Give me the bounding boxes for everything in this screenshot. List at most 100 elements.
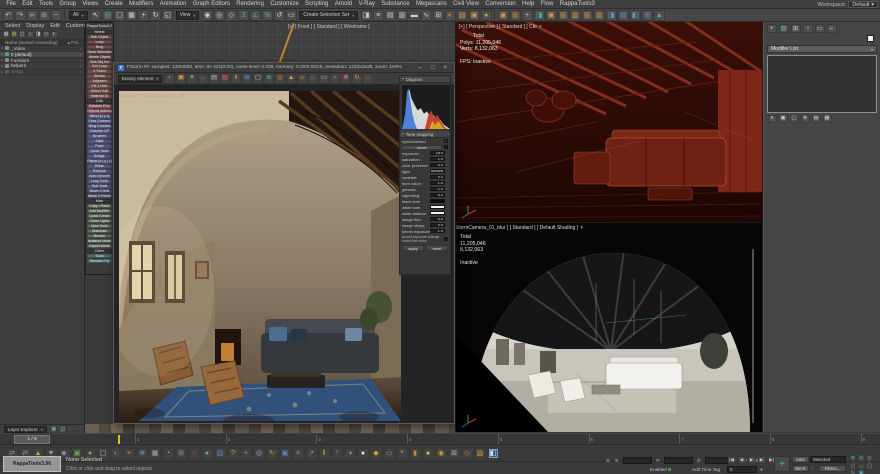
navigation-button[interactable]: ⊕ [850,455,857,462]
toolbar-icon[interactable]: ↖ [90,10,101,21]
y-coord-field[interactable] [664,457,693,464]
vfb-tool-icon[interactable]: ◌ [308,74,318,84]
playback-button[interactable]: ▶ [748,456,756,464]
toolbar-icon[interactable]: ≡ [373,10,384,21]
set-keys-button[interactable]: + [774,456,790,472]
menu-item[interactable]: Tools [36,1,56,7]
vfb-tool-icon[interactable]: ▦ [220,74,230,84]
rappatools-button[interactable]: Adjacent [87,79,112,83]
display-filter-icon[interactable]: ▢ [19,31,26,38]
custom-tool-icon[interactable]: ↻ [267,448,278,459]
menu-item[interactable]: Customize [267,1,302,7]
rappatools-button[interactable]: View Tools [87,224,112,228]
custom-tool-icon[interactable]: ▣ [280,448,291,459]
vfb-tool-icon[interactable]: ← [198,74,208,84]
stack-button-icon[interactable]: ▢ [790,115,799,123]
parameter-value-field[interactable]: 1.0 [430,181,445,186]
toolbar-icon[interactable]: ▥ [582,10,593,21]
custom-tool-icon[interactable]: * [397,448,408,459]
rappatools-button[interactable]: Dot Loop [87,64,112,68]
rappatools-button[interactable]: Export Mode [87,244,112,248]
toolbar-icon[interactable]: + [138,10,149,21]
menu-item[interactable]: Create [102,1,126,7]
toolbar-icon[interactable]: ● [481,10,492,21]
name-column-header[interactable]: Name (Sorted Ascending) [0,40,68,45]
toolbar-icon[interactable]: ◧ [630,10,641,21]
navigation-button[interactable]: ◯ [866,463,873,470]
parameter-value-field[interactable] [430,199,445,204]
command-panel-tab-icon[interactable]: ◔ [803,24,813,33]
menu-item[interactable]: Animation [157,1,190,7]
toolbar-icon[interactable]: ↻ [150,10,161,21]
toolbar-icon[interactable]: ▥ [570,10,581,21]
rappatools-button[interactable]: Loop [87,40,112,44]
custom-tool-icon[interactable]: ▭ [384,448,395,459]
toolbar-icon[interactable]: ▤ [618,10,629,21]
spinner-control[interactable] [446,193,449,198]
explorer-footer-icon[interactable]: ▢ [59,426,66,433]
filter-icon[interactable]: ▼ [538,24,542,29]
menu-item[interactable]: Edit [19,1,36,7]
curve-checkbox[interactable] [444,145,449,150]
diagram-rollout-header[interactable]: ▾ Diagram [400,76,450,83]
toolbar-icon[interactable]: ▤ [102,10,113,21]
menu-item[interactable]: Flow [538,1,557,7]
current-frame-marker[interactable] [118,435,120,444]
vfb-tool-icon[interactable]: ◎ [275,74,285,84]
display-filter-icon[interactable]: ◨ [35,31,42,38]
vfb-tool-icon[interactable]: ‖ [231,74,241,84]
custom-tool-icon[interactable]: ▦ [150,448,161,459]
rappatools-button[interactable]: Similar [87,74,112,78]
toolbar-icon[interactable]: ↺ [274,10,285,21]
toolbar-icon[interactable]: ∞ [27,10,38,21]
frozen-toggle-icon[interactable]: • [77,46,84,51]
custom-tool-icon[interactable]: * [332,448,343,459]
custom-tool-icon[interactable]: ○ [189,448,200,459]
toolbar-icon[interactable]: ▲ [654,10,665,21]
rappatools-button[interactable]: Add Modifier [87,209,112,213]
note-checkbox[interactable] [444,237,449,242]
rappatools-button[interactable]: Material ID [87,94,112,98]
navigation-button[interactable]: ⊞ [858,455,865,462]
custom-tool-icon[interactable]: × [293,448,304,459]
custom-tool-icon[interactable]: ? [228,448,239,459]
key-brush-icon[interactable]: \ [812,466,813,471]
menu-item[interactable]: Help [519,1,538,7]
spinner-control[interactable] [446,229,449,234]
rappatools-launcher-button[interactable]: RappaTools3.96 [3,456,61,472]
viewport-camera-label[interactable]: [+] [ FStormCamera_01_blur ] [ Standard … [456,225,584,231]
maximize-button[interactable]: □ [428,65,438,71]
parameter-value-field[interactable]: 0.5 [430,223,445,228]
rappatools-button[interactable]: Misc [87,199,112,203]
toolbar-icon[interactable]: ⊘ [39,10,50,21]
frozen-toggle-icon[interactable]: • [77,58,84,63]
toolbar-icon[interactable]: ↶ [3,10,14,21]
filter-icon[interactable]: ▼ [579,225,583,230]
spinner-control[interactable] [446,175,449,180]
synchronized-checkbox[interactable]: ✓ [444,139,449,144]
custom-tool-icon[interactable]: + [241,448,252,459]
stack-button-icon[interactable]: ▤ [812,115,821,123]
custom-tool-icon[interactable]: ◎ [254,448,265,459]
spinner-control[interactable] [446,151,449,156]
toolbar-icon[interactable]: ◨ [534,10,545,21]
toolbar-icon[interactable]: ⊞ [433,10,444,21]
rappatools-button[interactable]: Brushes [87,134,112,138]
spinner-control[interactable] [446,223,449,228]
navigation-button[interactable]: ↔ [858,463,865,470]
menu-item[interactable]: V-Ray [355,1,378,7]
toolbar-icon[interactable]: ◉ [202,10,213,21]
reset-button[interactable]: reset [426,245,448,251]
navigation-button[interactable]: ▢ [850,463,857,470]
rappatools-button[interactable]: Shrink Object [87,55,112,59]
close-button[interactable]: × [440,65,450,71]
current-frame-field[interactable]: 0 [727,466,757,473]
playback-button[interactable]: ▶ [758,456,766,464]
vfb-tool-icon[interactable]: ▤ [209,74,219,84]
vfb-tool-icon[interactable]: ▣ [176,74,186,84]
rappatools-button[interactable]: Loop Tools [87,179,112,183]
stack-button-icon[interactable]: ⊗ [801,115,810,123]
spinner-control[interactable] [446,163,449,168]
toolbar-icon[interactable]: ◨ [606,10,617,21]
explorer-menu-item[interactable]: Select [2,23,23,29]
